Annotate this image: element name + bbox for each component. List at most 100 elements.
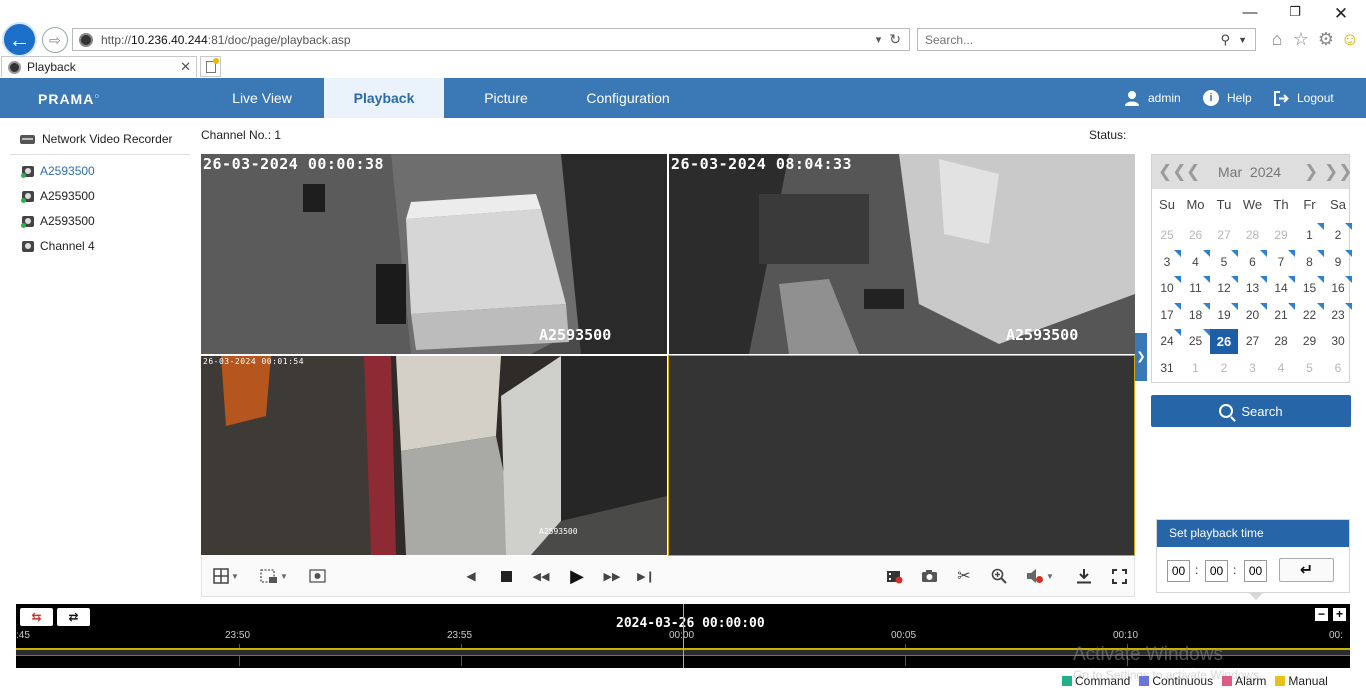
- calendar-day[interactable]: 18: [1182, 302, 1210, 328]
- forward-button[interactable]: ⇨: [42, 27, 68, 53]
- calendar-day[interactable]: 25: [1182, 329, 1210, 354]
- next-year-icon[interactable]: ❯❯: [1324, 162, 1353, 182]
- calendar-day[interactable]: 9: [1324, 249, 1352, 275]
- calendar-day[interactable]: 24: [1153, 329, 1181, 354]
- channel-item-1[interactable]: A2593500: [21, 164, 95, 178]
- help-link[interactable]: i Help: [1203, 90, 1252, 106]
- prev-year-icon[interactable]: ❮❮: [1158, 162, 1187, 182]
- calendar-day-other-month[interactable]: 1: [1182, 356, 1210, 381]
- minimize-icon[interactable]: —: [1240, 4, 1260, 21]
- calendar-day-other-month[interactable]: 3: [1239, 356, 1267, 381]
- fullscreen-button[interactable]: [1108, 567, 1130, 585]
- calendar-day-other-month[interactable]: 27: [1210, 223, 1238, 248]
- video-tile-4-empty-selected[interactable]: [668, 355, 1135, 556]
- calendar-day[interactable]: 3: [1153, 249, 1181, 275]
- vca-search-button[interactable]: [306, 567, 328, 585]
- calendar-day-other-month[interactable]: 4: [1267, 356, 1295, 381]
- calendar-day[interactable]: 31: [1153, 356, 1181, 381]
- calendar-day[interactable]: 27: [1239, 329, 1267, 354]
- channel-item-3[interactable]: A2593500: [21, 214, 95, 228]
- tab-playback[interactable]: Playback: [324, 78, 444, 118]
- address-dropdown-icon[interactable]: ▾: [876, 33, 882, 46]
- channel-item-4[interactable]: Channel 4: [22, 239, 95, 253]
- calendar-day[interactable]: 21: [1267, 302, 1295, 328]
- calendar-day-other-month[interactable]: 6: [1324, 356, 1352, 381]
- window-split-button[interactable]: ▼: [208, 567, 244, 585]
- calendar-day[interactable]: 19: [1210, 302, 1238, 328]
- calendar-day[interactable]: 7: [1267, 249, 1295, 275]
- favorites-star-icon[interactable]: ☆: [1291, 29, 1311, 50]
- browser-search-box[interactable]: ⚲ ▼: [917, 28, 1256, 51]
- calendar-day[interactable]: 10: [1153, 276, 1181, 301]
- calendar-day[interactable]: 30: [1324, 329, 1352, 354]
- timeline-zoom-in-button[interactable]: +: [1333, 608, 1346, 621]
- address-bar[interactable]: http://10.236.40.244:81/doc/page/playbac…: [72, 28, 910, 51]
- calendar-day-other-month[interactable]: 5: [1296, 356, 1324, 381]
- home-icon[interactable]: ⌂: [1267, 29, 1287, 50]
- capture-button[interactable]: [918, 567, 940, 585]
- timeline-sync-button[interactable]: ⇆: [20, 608, 53, 626]
- calendar-day[interactable]: 28: [1267, 329, 1295, 354]
- video-tile-1[interactable]: 26-03-2024 00:00:38 A2593500: [201, 154, 667, 354]
- go-to-time-button[interactable]: ↵: [1279, 558, 1334, 582]
- calendar-day[interactable]: 8: [1296, 249, 1324, 275]
- video-tile-3[interactable]: 26-03-2024 00:01:54 A2593500: [201, 356, 667, 555]
- browser-search-input[interactable]: [925, 32, 1221, 47]
- timeline-cursor[interactable]: [683, 604, 684, 668]
- calendar-day[interactable]: 20: [1239, 302, 1267, 328]
- calendar-day-selected[interactable]: 26: [1210, 329, 1238, 354]
- calendar-day[interactable]: 14: [1267, 276, 1295, 301]
- browser-tab[interactable]: Playback ✕: [1, 56, 197, 77]
- search-icon[interactable]: ⚲: [1221, 32, 1231, 48]
- calendar-day[interactable]: 1: [1296, 223, 1324, 248]
- hour-input[interactable]: [1167, 560, 1190, 582]
- search-dropdown-icon[interactable]: ▼: [1238, 35, 1247, 45]
- address-url[interactable]: http://10.236.40.244:81/doc/page/playbac…: [101, 33, 876, 47]
- digital-zoom-button[interactable]: [988, 567, 1010, 585]
- calendar-day[interactable]: 13: [1239, 276, 1267, 301]
- calendar-day[interactable]: 6: [1239, 249, 1267, 275]
- slow-forward-button[interactable]: ◀◀: [529, 567, 553, 585]
- tree-root-nvr[interactable]: Network Video Recorder: [20, 132, 173, 146]
- video-tile-2[interactable]: 26-03-2024 08:04:33 A2593500: [669, 154, 1135, 354]
- calendar-day-other-month[interactable]: 28: [1239, 223, 1267, 248]
- calendar-day[interactable]: 2: [1324, 223, 1352, 248]
- calendar-day[interactable]: 16: [1324, 276, 1352, 301]
- region-select-button[interactable]: ▼: [256, 567, 292, 585]
- prev-month-icon[interactable]: ❮: [1186, 162, 1200, 182]
- calendar-day[interactable]: 29: [1296, 329, 1324, 354]
- calendar-day-other-month[interactable]: 2: [1210, 356, 1238, 381]
- clip-button[interactable]: ✂: [953, 567, 975, 585]
- settings-gear-icon[interactable]: ⚙: [1316, 29, 1336, 50]
- second-input[interactable]: [1244, 560, 1267, 582]
- stop-all-button[interactable]: [883, 567, 905, 585]
- calendar-day[interactable]: 5: [1210, 249, 1238, 275]
- channel-item-2[interactable]: A2593500: [21, 189, 95, 203]
- tab-close-icon[interactable]: ✕: [180, 59, 191, 75]
- sidebar-expand-toggle[interactable]: ❯: [1135, 333, 1147, 381]
- fast-forward-button[interactable]: ▶▶: [600, 567, 624, 585]
- audio-button[interactable]: ▼: [1022, 567, 1058, 585]
- tab-live-view[interactable]: Live View: [200, 78, 324, 118]
- calendar-day[interactable]: 15: [1296, 276, 1324, 301]
- back-button[interactable]: ←: [2, 22, 37, 57]
- calendar-day-other-month[interactable]: 25: [1153, 223, 1181, 248]
- single-frame-button[interactable]: ▶❙: [636, 567, 656, 585]
- next-month-icon[interactable]: ❯: [1304, 162, 1318, 182]
- stop-button[interactable]: [496, 567, 516, 585]
- calendar-day[interactable]: 12: [1210, 276, 1238, 301]
- calendar-day-other-month[interactable]: 29: [1267, 223, 1295, 248]
- previous-frame-button[interactable]: ◀: [461, 567, 481, 585]
- calendar-day[interactable]: 22: [1296, 302, 1324, 328]
- user-menu[interactable]: admin: [1124, 90, 1181, 106]
- play-button[interactable]: ▶: [565, 566, 589, 586]
- tab-configuration[interactable]: Configuration: [568, 78, 688, 118]
- search-button[interactable]: Search: [1151, 395, 1351, 427]
- calendar-day[interactable]: 4: [1182, 249, 1210, 275]
- logout-link[interactable]: Logout: [1273, 90, 1334, 106]
- calendar-day[interactable]: 23: [1324, 302, 1352, 328]
- minute-input[interactable]: [1205, 560, 1228, 582]
- refresh-icon[interactable]: ↻: [889, 31, 901, 48]
- timeline-zoom-out-button[interactable]: −: [1315, 608, 1328, 621]
- timeline-async-button[interactable]: ⇄: [57, 608, 90, 626]
